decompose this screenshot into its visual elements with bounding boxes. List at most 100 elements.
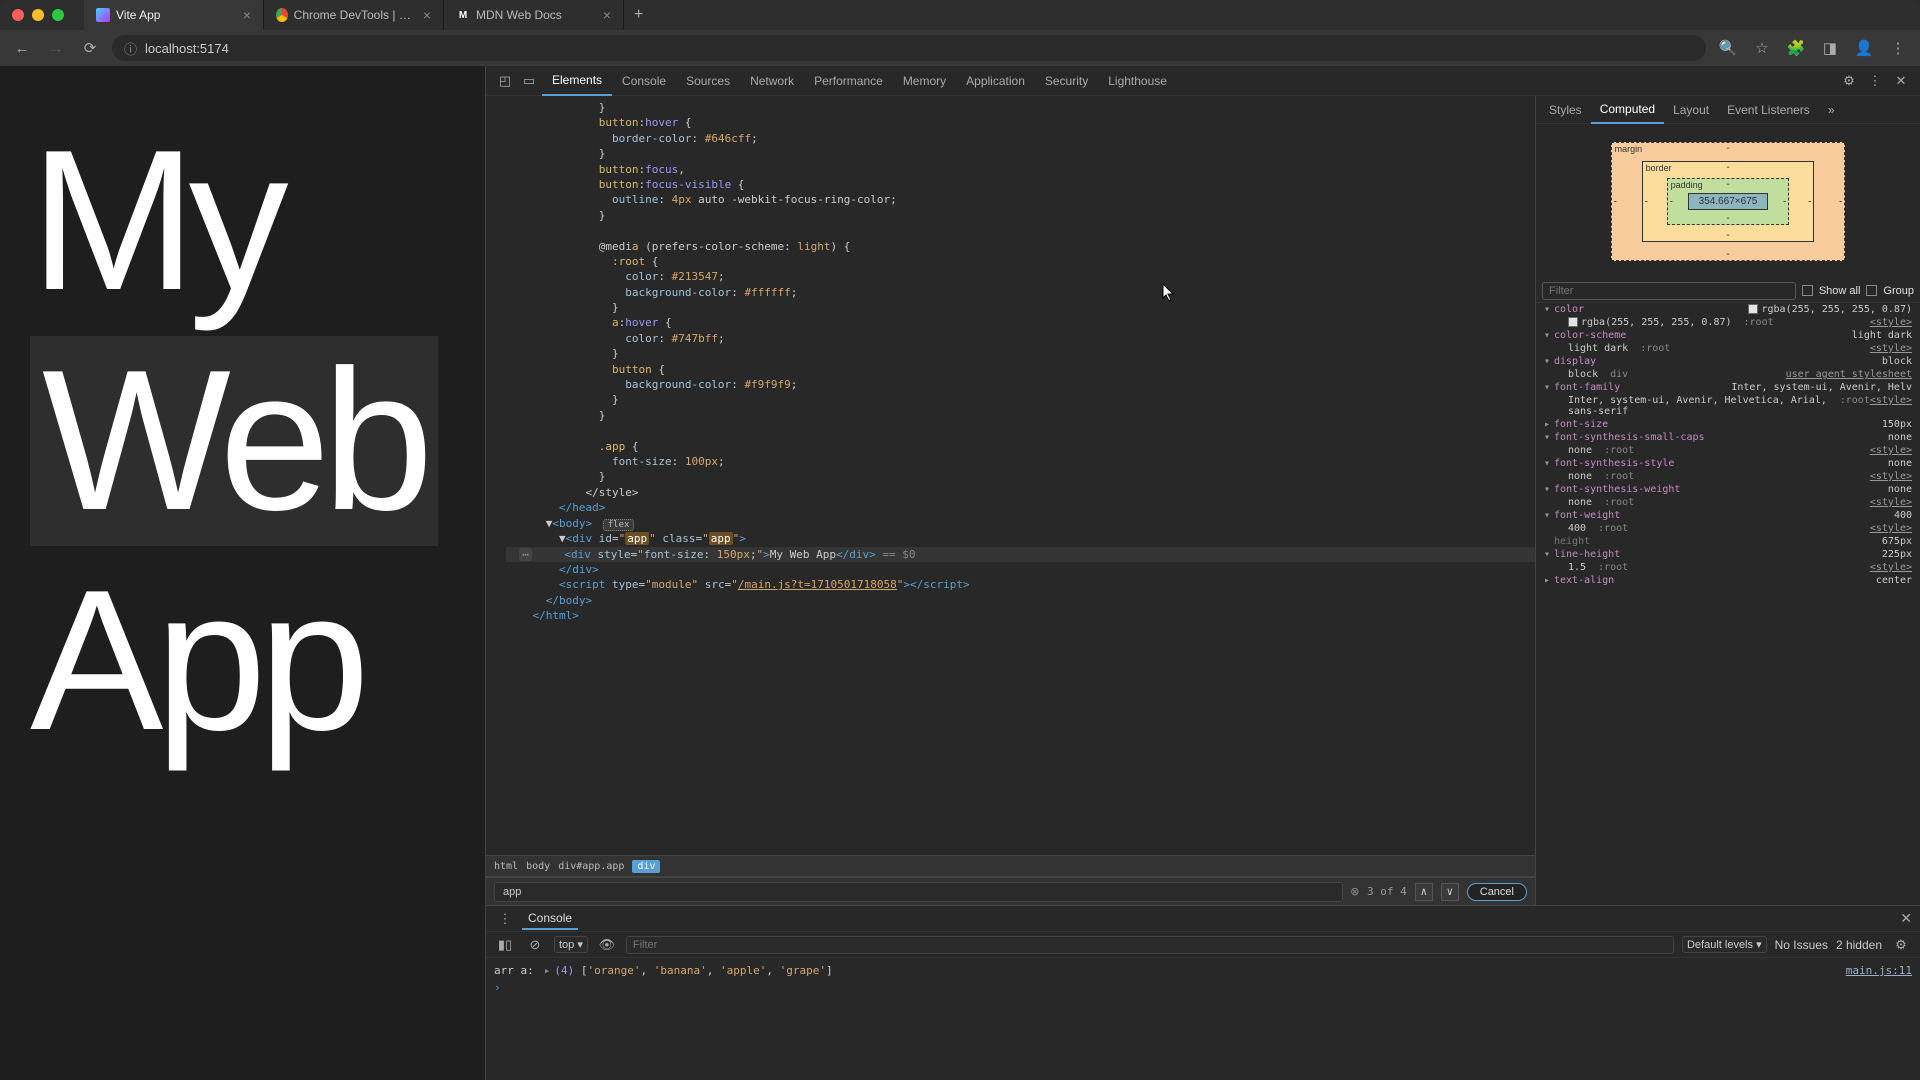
computed-filter-input[interactable] <box>1542 282 1796 300</box>
profile-icon[interactable]: 👤 <box>1852 36 1876 60</box>
cancel-button[interactable]: Cancel <box>1467 883 1527 901</box>
vite-favicon <box>96 8 110 22</box>
back-button[interactable]: ← <box>10 36 34 60</box>
source-link[interactable]: main.js:11 <box>1846 964 1912 977</box>
computed-property[interactable]: ▾font-weight400 <box>1536 509 1920 522</box>
devtools-tab-elements[interactable]: Elements <box>542 66 612 96</box>
hidden-count[interactable]: 2 hidden <box>1836 938 1882 952</box>
chrome-favicon <box>276 8 288 22</box>
box-model[interactable]: margin ---- border ---- padding ---- 354… <box>1536 124 1920 279</box>
more-icon[interactable]: ⋮ <box>1864 70 1886 92</box>
computed-property[interactable]: height675px <box>1536 535 1920 548</box>
mdn-favicon: M <box>456 8 470 22</box>
console-tab[interactable]: Console <box>522 908 578 930</box>
devtools-tab-network[interactable]: Network <box>740 66 804 96</box>
devtools-tab-application[interactable]: Application <box>956 66 1035 96</box>
computed-property[interactable]: ▸text-aligncenter <box>1536 574 1920 587</box>
console-sidebar-icon[interactable]: ▮▯ <box>494 934 516 956</box>
computed-properties[interactable]: ▾colorrgba(255, 255, 255, 0.87)rgba(255,… <box>1536 303 1920 905</box>
devtools-tab-security[interactable]: Security <box>1035 66 1098 96</box>
computed-property[interactable]: ▾line-height225px <box>1536 548 1920 561</box>
computed-property-trace: light dark:root<style> <box>1536 342 1920 355</box>
browser-tab[interactable]: Chrome DevTools | Chrome × <box>264 0 444 30</box>
devtools-tab-sources[interactable]: Sources <box>676 66 740 96</box>
devtools-panel: ◰ ▭ ElementsConsoleSourcesNetworkPerform… <box>485 66 1920 1080</box>
styles-sidebar: StylesComputedLayoutEvent Listeners» mar… <box>1535 96 1920 905</box>
maximize-window-button[interactable] <box>52 9 64 21</box>
console-output[interactable]: arr a: ▸ (4) ['orange', 'banana', 'apple… <box>486 958 1920 1080</box>
log-levels-select[interactable]: Default levels ▾ <box>1682 936 1767 953</box>
search-prev-icon[interactable]: ∧ <box>1415 883 1433 901</box>
show-all-checkbox[interactable] <box>1802 285 1813 296</box>
styles-tab-styles[interactable]: Styles <box>1540 96 1591 124</box>
forward-button[interactable]: → <box>44 36 68 60</box>
breadcrumb-item[interactable]: div#app.app <box>558 861 624 872</box>
extensions-icon[interactable]: 🧩 <box>1784 36 1808 60</box>
console-filter-input[interactable] <box>626 936 1674 954</box>
computed-property[interactable]: ▾font-synthesis-weightnone <box>1536 483 1920 496</box>
close-tab-icon[interactable]: × <box>603 7 611 23</box>
computed-property[interactable]: ▾color-schemelight dark <box>1536 329 1920 342</box>
breadcrumb-item[interactable]: html <box>494 861 518 872</box>
site-info-icon[interactable]: ⓘ <box>124 39 137 58</box>
zoom-icon[interactable]: 🔍 <box>1716 36 1740 60</box>
computed-property[interactable]: ▾displayblock <box>1536 355 1920 368</box>
group-checkbox[interactable] <box>1866 285 1877 296</box>
bookmark-icon[interactable]: ☆ <box>1750 36 1774 60</box>
styles-tab-layout[interactable]: Layout <box>1664 96 1718 124</box>
computed-property[interactable]: ▾font-synthesis-stylenone <box>1536 457 1920 470</box>
breadcrumb-item[interactable]: body <box>526 861 550 872</box>
clear-search-icon[interactable]: ⊗ <box>1351 884 1359 900</box>
elements-search-input[interactable] <box>494 882 1343 902</box>
devtools-tab-console[interactable]: Console <box>612 66 676 96</box>
search-result-count: 3 of 4 <box>1367 885 1407 898</box>
computed-property[interactable]: ▾font-familyInter, system-ui, Avenir, He… <box>1536 381 1920 394</box>
devtools-tab-memory[interactable]: Memory <box>893 66 956 96</box>
execution-context-select[interactable]: top ▾ <box>554 936 588 953</box>
devtools-tab-performance[interactable]: Performance <box>804 66 893 96</box>
close-tab-icon[interactable]: × <box>423 7 431 23</box>
devtools-tab-bar: ◰ ▭ ElementsConsoleSourcesNetworkPerform… <box>486 66 1920 96</box>
devtools-tab-lighthouse[interactable]: Lighthouse <box>1098 66 1177 96</box>
styles-more-icon[interactable]: » <box>1819 96 1844 124</box>
url-text: localhost:5174 <box>145 41 229 56</box>
console-menu-icon[interactable]: ⋮ <box>494 908 516 930</box>
expand-array-icon[interactable]: ▸ <box>544 964 551 977</box>
page-viewport: My Web App <box>0 66 485 1080</box>
live-expression-icon[interactable]: 👁 <box>596 934 618 956</box>
console-drawer: ⋮ Console ✕ ▮▯ ⊘ top ▾ 👁 Default levels … <box>486 905 1920 1080</box>
computed-property[interactable]: ▾font-synthesis-small-capsnone <box>1536 431 1920 444</box>
browser-tab[interactable]: M MDN Web Docs × <box>444 0 624 30</box>
side-panel-icon[interactable]: ◨ <box>1818 36 1842 60</box>
new-tab-button[interactable]: + <box>624 0 653 30</box>
breadcrumb-item[interactable]: div <box>632 860 660 873</box>
console-prompt[interactable]: › <box>494 979 1912 996</box>
search-next-icon[interactable]: ∨ <box>1441 883 1459 901</box>
computed-property-trace: 1.5:root<style> <box>1536 561 1920 574</box>
device-toolbar-icon[interactable]: ▭ <box>518 70 540 92</box>
menu-icon[interactable]: ⋮ <box>1886 36 1910 60</box>
browser-tab[interactable]: Vite App × <box>84 0 264 30</box>
console-settings-icon[interactable]: ⚙ <box>1890 934 1912 956</box>
page-text-line3: App <box>30 556 455 766</box>
reload-button[interactable]: ⟳ <box>78 36 102 60</box>
computed-property[interactable]: ▾colorrgba(255, 255, 255, 0.87) <box>1536 303 1920 316</box>
computed-property-trace: Inter, system-ui, Avenir, Helvetica, Ari… <box>1536 394 1920 418</box>
inspect-element-icon[interactable]: ◰ <box>494 70 516 92</box>
dom-breadcrumbs: html body div#app.app div <box>486 855 1535 877</box>
padding-label: padding <box>1671 180 1703 190</box>
minimize-window-button[interactable] <box>32 9 44 21</box>
margin-label: margin <box>1615 144 1643 154</box>
computed-property-trace: 400:root<style> <box>1536 522 1920 535</box>
close-tab-icon[interactable]: × <box>243 7 251 23</box>
settings-icon[interactable]: ⚙ <box>1838 70 1860 92</box>
close-window-button[interactable] <box>12 9 24 21</box>
styles-tab-computed[interactable]: Computed <box>1591 96 1664 124</box>
computed-property[interactable]: ▸font-size150px <box>1536 418 1920 431</box>
close-devtools-icon[interactable]: ✕ <box>1890 70 1912 92</box>
styles-tab-event-listeners[interactable]: Event Listeners <box>1718 96 1819 124</box>
clear-console-icon[interactable]: ⊘ <box>524 934 546 956</box>
close-drawer-icon[interactable]: ✕ <box>1900 910 1912 927</box>
elements-source[interactable]: } button:hover { border-color: #646cff; … <box>486 96 1535 855</box>
address-bar[interactable]: ⓘ localhost:5174 <box>112 35 1706 61</box>
